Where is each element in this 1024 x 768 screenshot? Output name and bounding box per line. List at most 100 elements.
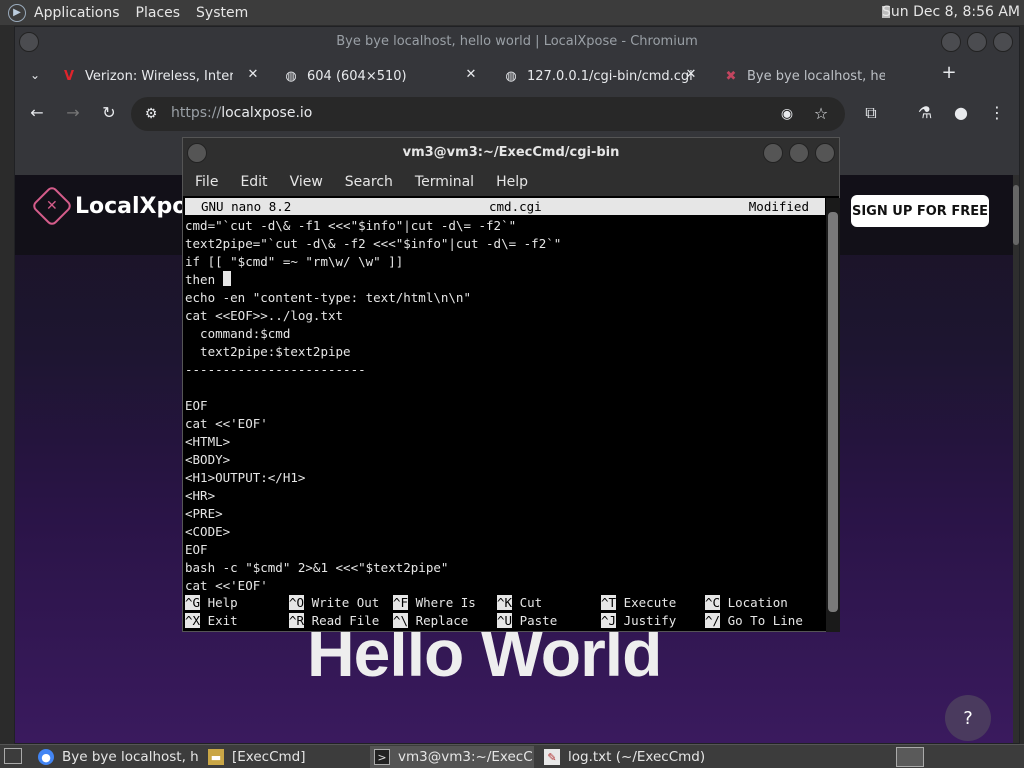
extensions-icon[interactable]: ⧉	[861, 103, 881, 123]
forward-icon[interactable]: →	[63, 103, 83, 123]
applications-icon[interactable]: ▶	[8, 3, 26, 22]
nano-filename: cmd.cgi	[489, 199, 542, 214]
shortcut-where-is[interactable]: ^F Where Is	[393, 594, 476, 612]
code-line: <HTML>	[185, 434, 231, 449]
minimize-icon[interactable]	[941, 32, 961, 52]
code-line: if [[ "$cmd" =~ "rm\w/ \w" ]]	[185, 254, 404, 269]
code-line: cat <<'EOF'	[185, 578, 268, 593]
taskbar-item-terminal[interactable]: > vm3@vm3:~/ExecC...	[370, 746, 534, 768]
kebab-menu-icon[interactable]: ⋮	[987, 103, 1007, 123]
minimize-icon[interactable]	[763, 143, 783, 163]
menu-system[interactable]: System	[188, 5, 256, 21]
menu-places[interactable]: Places	[128, 5, 189, 21]
close-tab-icon[interactable]: ✕	[683, 67, 699, 83]
tab-cmd-cgi[interactable]: ◍ 127.0.0.1/cgi-bin/cmd.cgi ✕	[503, 61, 699, 91]
nano-header: GNU nano 8.2 cmd.cgi Modified	[185, 198, 825, 215]
profile-icon[interactable]: ●	[951, 103, 971, 123]
clock[interactable]: Sun Dec 8, 8:56 AM	[882, 4, 1020, 20]
code-line: cat <<'EOF'	[185, 416, 268, 431]
tab-strip: ⌄ V Verizon: Wireless, Interne ✕ ◍ 604 (…	[15, 57, 1019, 93]
shortcut-write-out[interactable]: ^O Write Out	[289, 594, 379, 612]
shortcut-cut[interactable]: ^K Cut	[497, 594, 542, 612]
text-editor-icon: ✎	[544, 749, 560, 765]
close-window-icon[interactable]	[993, 32, 1013, 52]
reload-icon[interactable]: ↻	[99, 103, 119, 123]
text-cursor	[222, 271, 231, 286]
page-scrollbar-thumb[interactable]	[1013, 185, 1019, 245]
close-tab-icon[interactable]: ✕	[245, 67, 261, 83]
terminal-icon: >	[374, 749, 390, 765]
url-text[interactable]: https://localxpose.io	[171, 105, 312, 121]
code-line: EOF	[185, 542, 208, 557]
shortcut-location[interactable]: ^C Location	[705, 594, 788, 612]
terminal-scrollbar-thumb[interactable]	[828, 212, 838, 612]
code-line: bash -c "$cmd" 2>&1 <<<"$text2pipe"	[185, 560, 449, 575]
code-line: <H1>OUTPUT:</H1>	[185, 470, 306, 485]
maximize-icon[interactable]	[967, 32, 987, 52]
nano-editor[interactable]: GNU nano 8.2 cmd.cgi Modified cmd="`cut …	[183, 198, 826, 632]
page-scrollbar[interactable]	[1013, 175, 1019, 743]
bookmark-star-icon[interactable]: ☆	[811, 104, 831, 124]
shortcut-help[interactable]: ^G Help	[185, 594, 238, 612]
folder-icon: ▬	[208, 749, 224, 765]
tab-search-chevron-icon[interactable]: ⌄	[25, 65, 45, 85]
tab-localxpose[interactable]: ✖ Bye bye localhost, hello w	[723, 61, 885, 91]
globe-icon: ◍	[505, 68, 517, 84]
code-line: cmd="`cut -d\& -f1 <<<"$info"|cut -d\= -…	[185, 218, 517, 233]
labs-flask-icon[interactable]: ⚗	[915, 103, 935, 123]
shortcut-go-to-line[interactable]: ^/ Go To Line	[705, 612, 803, 630]
code-line: ------------------------	[185, 362, 366, 377]
maximize-icon[interactable]	[789, 143, 809, 163]
close-tab-icon[interactable]: ✕	[463, 67, 479, 83]
window-menu-icon[interactable]	[19, 32, 39, 52]
taskbar-item-file-manager[interactable]: ▬ [ExecCmd]	[204, 746, 364, 768]
shortcut-justify[interactable]: ^J Justify	[601, 612, 676, 630]
terminal-menu-help[interactable]: Help	[496, 174, 528, 190]
code-area[interactable]: cmd="`cut -d\& -f1 <<<"$info"|cut -d\= -…	[185, 217, 825, 595]
window-menu-icon[interactable]	[187, 143, 207, 163]
terminal-title-bar[interactable]: vm3@vm3:~/ExecCmd/cgi-bin	[183, 138, 839, 168]
code-line: text2pipe="`cut -d\& -f2 <<<"$info"|cut …	[185, 236, 562, 251]
terminal-menu-terminal[interactable]: Terminal	[415, 174, 474, 190]
code-line: EOF	[185, 398, 208, 413]
shortcut-read-file[interactable]: ^R Read File	[289, 612, 379, 630]
code-line: <BODY>	[185, 452, 231, 467]
workspace-switcher[interactable]	[896, 747, 924, 767]
terminal-menubar: File Edit View Search Terminal Help	[183, 168, 839, 196]
new-tab-icon[interactable]: +	[939, 63, 959, 83]
taskbar: ● Bye bye localhost, h... ▬ [ExecCmd] > …	[0, 744, 1024, 768]
code-line: <HR>	[185, 488, 216, 503]
code-line: cat <<EOF>>../log.txt	[185, 308, 344, 323]
tab-verizon[interactable]: V Verizon: Wireless, Interne ✕	[61, 61, 261, 91]
browser-title-bar[interactable]: Bye bye localhost, hello world | LocalXp…	[15, 27, 1019, 57]
eye-off-icon[interactable]: ◉	[777, 104, 797, 124]
close-window-icon[interactable]	[815, 143, 835, 163]
code-line: <CODE>	[185, 524, 231, 539]
verizon-icon: V	[63, 68, 75, 84]
site-info-icon[interactable]: ⚙	[141, 104, 161, 124]
back-icon[interactable]: ←	[27, 103, 47, 123]
globe-icon: ◍	[285, 68, 297, 84]
terminal-title: vm3@vm3:~/ExecCmd/cgi-bin	[402, 145, 620, 160]
code-line-cursor: then	[185, 271, 825, 289]
tab-image[interactable]: ◍ 604 (604×510) ✕	[283, 61, 479, 91]
terminal-menu-edit[interactable]: Edit	[240, 174, 267, 190]
shortcut-execute[interactable]: ^T Execute	[601, 594, 676, 612]
code-line: echo -en "content-type: text/html\n\n"	[185, 290, 471, 305]
signup-button[interactable]: SIGN UP FOR FREE	[851, 195, 989, 227]
shortcut-exit[interactable]: ^X Exit	[185, 612, 238, 630]
taskbar-item-chromium[interactable]: ● Bye bye localhost, h...	[34, 746, 200, 768]
shortcut-replace[interactable]: ^\ Replace	[393, 612, 468, 630]
help-button[interactable]: ?	[945, 695, 991, 741]
address-bar[interactable]: ⚙ https://localxpose.io ◉ ☆	[131, 97, 845, 131]
terminal-menu-file[interactable]: File	[195, 174, 218, 190]
terminal-menu-search[interactable]: Search	[345, 174, 393, 190]
taskbar-item-text-editor[interactable]: ✎ log.txt (~/ExecCmd) ...	[540, 746, 710, 768]
terminal-menu-view[interactable]: View	[290, 174, 323, 190]
show-desktop-icon[interactable]	[4, 748, 22, 764]
shortcut-paste[interactable]: ^U Paste	[497, 612, 557, 630]
menu-applications[interactable]: Applications	[26, 5, 128, 21]
terminal-scrollbar[interactable]	[826, 198, 840, 632]
shortcut-row: ^X Exit ^R Read File ^\ Replace ^U Paste…	[185, 612, 825, 630]
